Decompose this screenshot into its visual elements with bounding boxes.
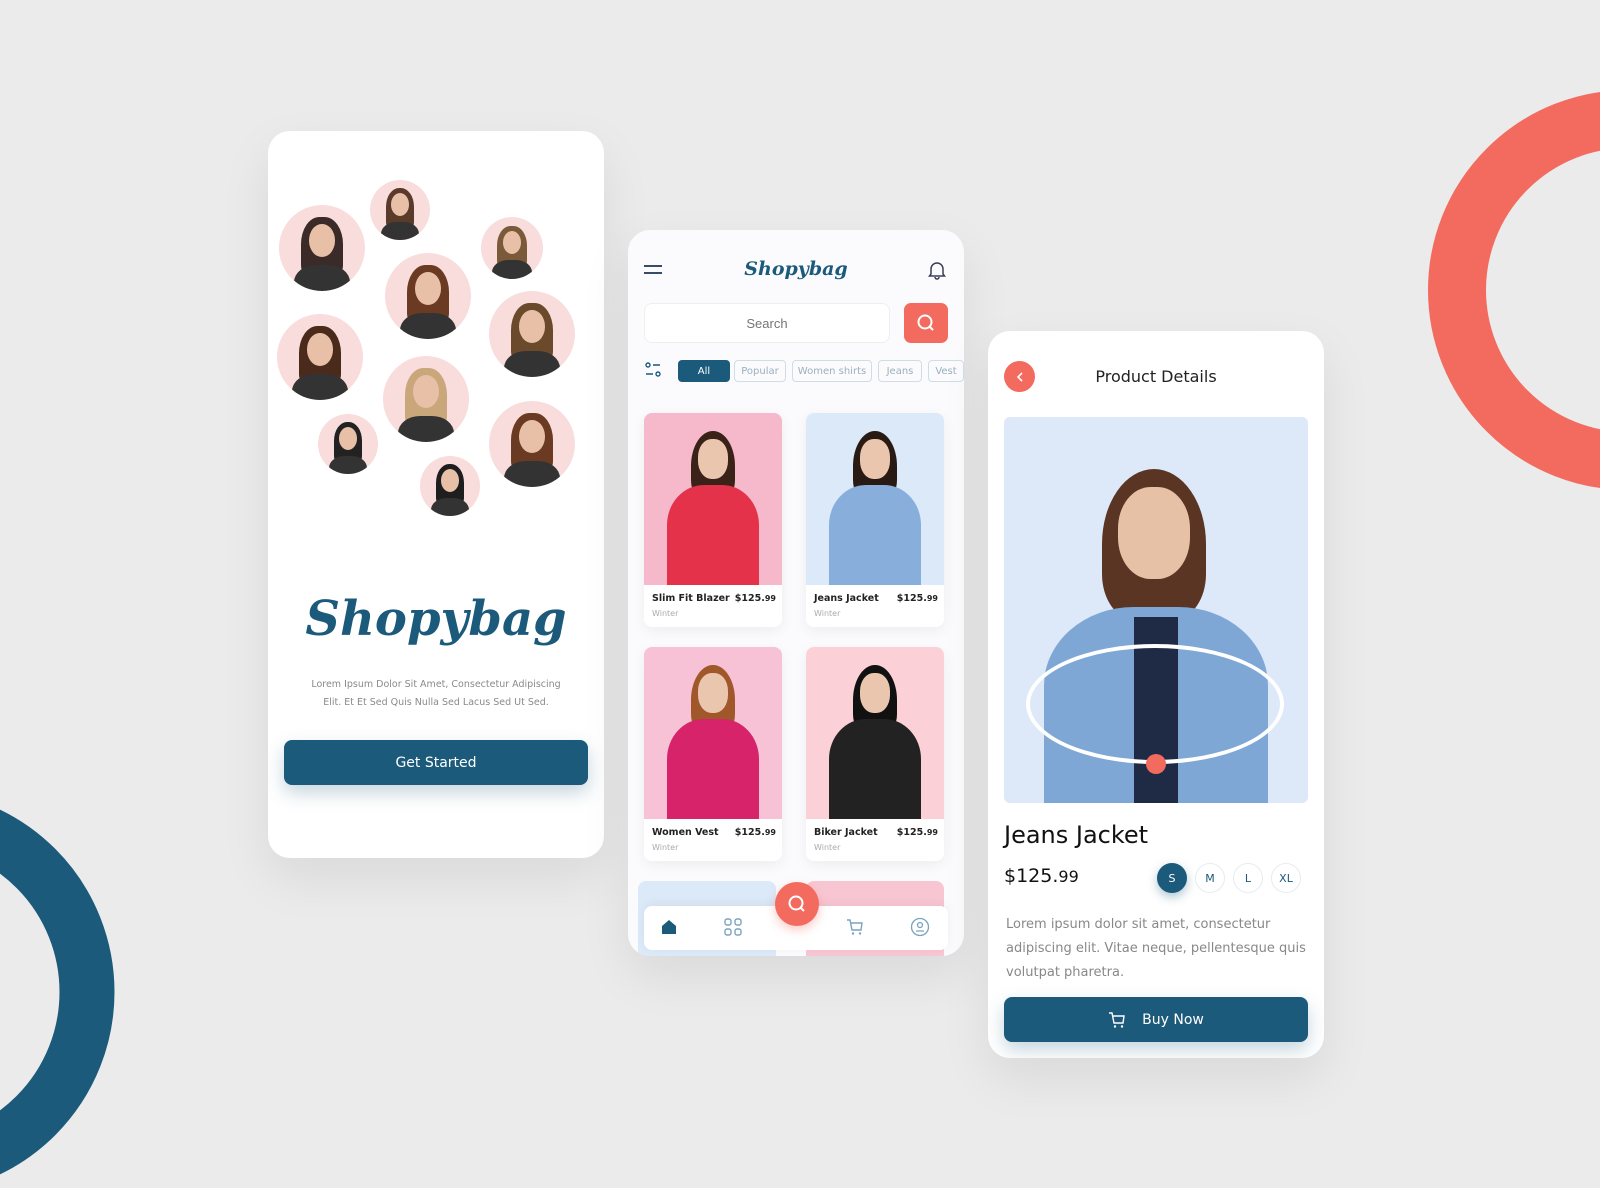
price-cents: 99 — [926, 594, 938, 603]
fab-search-button[interactable] — [775, 882, 819, 926]
product-card[interactable]: Jeans Jacket $125.99 Winter — [806, 413, 944, 627]
product-name: Biker Jacket — [814, 827, 878, 838]
avatar — [489, 291, 575, 377]
avatar — [383, 356, 469, 442]
avatar — [385, 253, 471, 339]
product-name: Women Vest — [652, 827, 719, 838]
decorative-ring-navy — [0, 809, 115, 1175]
avatar — [420, 456, 480, 516]
cart-icon[interactable] — [846, 918, 864, 936]
buy-now-button[interactable]: Buy Now — [1004, 997, 1308, 1042]
size-option-l[interactable]: L — [1233, 863, 1263, 893]
product-price: $125.99 — [897, 827, 938, 838]
product-details-screen: Product Details Jeans Jacket $125.99 SML… — [988, 331, 1324, 1058]
app-logo: Shopybag — [744, 258, 848, 280]
avatar — [318, 414, 378, 474]
product-name: Jeans Jacket — [814, 593, 879, 604]
search-icon — [917, 314, 934, 331]
product-card[interactable]: Women Vest $125.99 Winter — [644, 647, 782, 861]
rotation-ring — [1026, 644, 1284, 764]
price-cents: 99 — [926, 828, 938, 837]
product-image — [644, 413, 782, 585]
product-image — [806, 647, 944, 819]
product-description: Lorem ipsum dolor sit amet, consectetur … — [1006, 917, 1306, 980]
price-main: $125. — [1004, 865, 1059, 887]
category-chip[interactable]: All — [678, 360, 730, 382]
home-screen: Shopybag AllPopular Women shirts Jeans Vest… — [628, 230, 964, 956]
price-main: $125. — [734, 593, 765, 604]
product-price: $125.99 — [735, 593, 776, 604]
price-main: $125. — [734, 827, 765, 838]
cart-icon — [1109, 1011, 1125, 1028]
welcome-description: Lorem Ipsum Dolor Sit Amet, Consectetur … — [268, 676, 604, 712]
product-season: Winter — [652, 609, 679, 618]
grid-icon[interactable] — [724, 918, 742, 936]
category-chip[interactable]: Vest — [928, 360, 964, 382]
decorative-ring-coral — [1428, 92, 1600, 488]
search-button[interactable] — [904, 303, 948, 343]
app-logo: Shopybag — [305, 591, 567, 647]
product-image — [1004, 417, 1308, 803]
get-started-button[interactable]: Get Started — [284, 740, 588, 785]
avatar — [370, 180, 430, 240]
product-price: $125.99 — [897, 593, 938, 604]
rotate-handle[interactable] — [1146, 754, 1166, 774]
search-icon — [788, 895, 805, 912]
search-input[interactable] — [644, 303, 890, 343]
category-chip[interactable]: Jeans — [878, 360, 922, 382]
product-season: Winter — [652, 843, 679, 852]
category-chip[interactable]: Women shirts — [792, 360, 872, 382]
profile-icon[interactable] — [910, 917, 930, 937]
avatar — [489, 401, 575, 487]
price-main: $125. — [896, 593, 927, 604]
home-icon[interactable] — [660, 918, 678, 936]
welcome-screen: Shopybag Lorem Ipsum Dolor Sit Amet, Con… — [268, 131, 604, 858]
size-option-xl[interactable]: XL — [1271, 863, 1301, 893]
product-card[interactable]: Biker Jacket $125.99 Winter — [806, 647, 944, 861]
product-price: $125.99 — [735, 827, 776, 838]
description-line: Lorem Ipsum Dolor Sit Amet, Consectetur … — [311, 679, 561, 690]
size-option-s[interactable]: S — [1157, 863, 1187, 893]
price-cents: 99 — [764, 828, 776, 837]
product-season: Winter — [814, 609, 841, 618]
product-price: $125.99 — [1004, 865, 1079, 887]
page-title: Product Details — [1095, 367, 1217, 386]
price-cents: 99 — [764, 594, 776, 603]
product-name: Slim Fit Blazer — [652, 593, 730, 604]
description-line: Elit. Et Et Sed Quis Nulla Sed Lacus Sed… — [323, 697, 549, 708]
price-cents: 99 — [1058, 867, 1079, 886]
category-chip[interactable]: Popular — [734, 360, 786, 382]
product-image — [644, 647, 782, 819]
filter-icon[interactable] — [644, 361, 662, 379]
product-name: Jeans Jacket — [1004, 821, 1149, 849]
product-image — [806, 413, 944, 585]
price-main: $125. — [896, 827, 927, 838]
bell-icon[interactable] — [928, 260, 946, 280]
product-season: Winter — [814, 843, 841, 852]
product-card[interactable]: Slim Fit Blazer $125.99 Winter — [644, 413, 782, 627]
buy-now-label: Buy Now — [1142, 1011, 1204, 1028]
size-option-m[interactable]: M — [1195, 863, 1225, 893]
avatar — [277, 314, 363, 400]
avatar — [481, 217, 543, 279]
avatar — [279, 205, 365, 291]
